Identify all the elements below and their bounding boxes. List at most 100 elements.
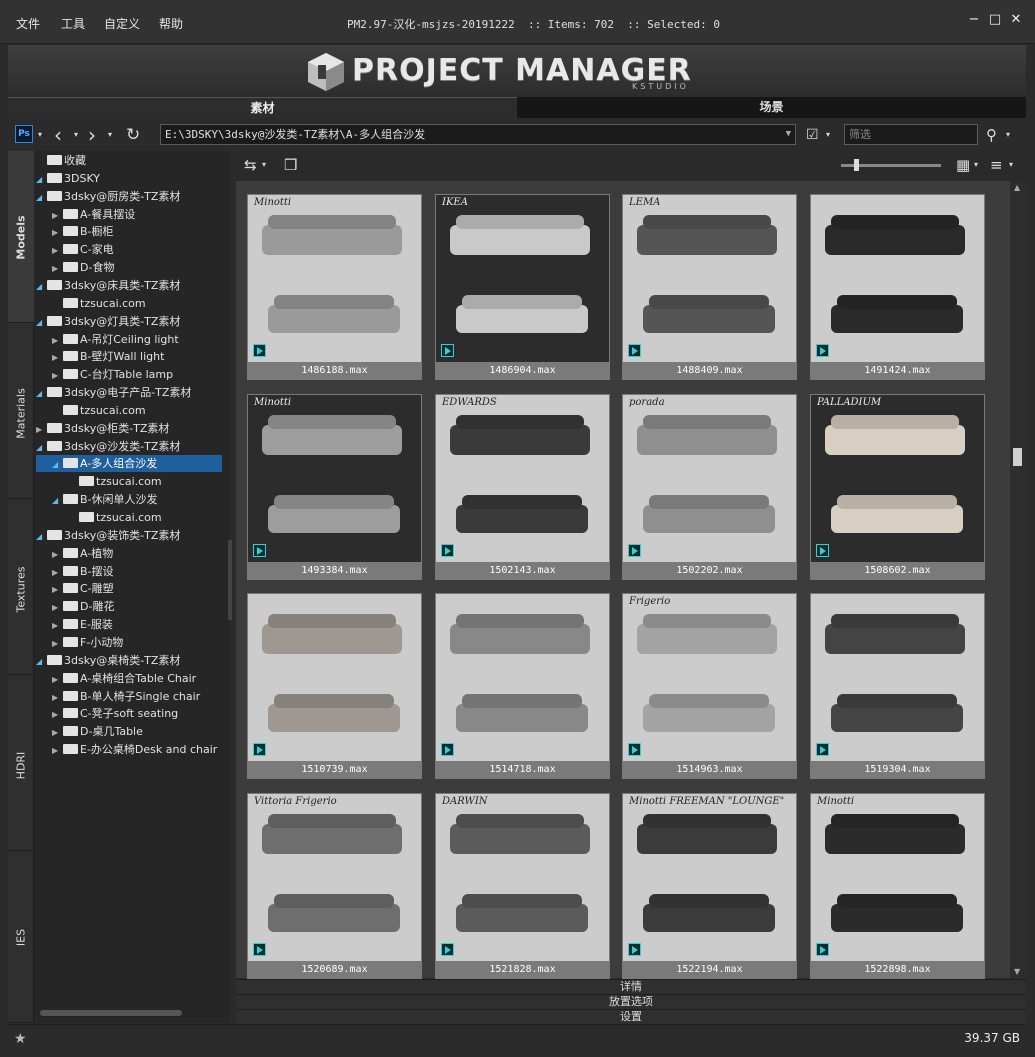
tree-node[interactable]: ▶ C-雕塑 xyxy=(52,580,114,597)
grid-scrollbar[interactable]: ▲ ▼ xyxy=(1010,181,1026,978)
expanded-arrow-icon[interactable]: ◢ xyxy=(36,189,47,206)
menu-file[interactable]: 文件 xyxy=(16,15,40,32)
checklist-icon[interactable]: ☑ xyxy=(806,125,819,145)
settings-panel[interactable]: 设置 xyxy=(236,1009,1026,1024)
tree-node[interactable]: ▶ B-单人椅子Single chair xyxy=(52,688,200,705)
tree-node[interactable]: ▶ C-凳子soft seating xyxy=(52,705,178,722)
sidetab-hdri[interactable]: HDRI xyxy=(8,675,34,851)
refresh-icon[interactable]: ↻ xyxy=(126,125,140,145)
asset-tile[interactable]: Vittoria Frigerio 1520689.max xyxy=(247,793,422,979)
collapsed-arrow-icon[interactable]: ▶ xyxy=(52,671,63,688)
path-input[interactable]: E:\3DSKY\3dsky@沙发类-TZ素材\A-多人组合沙发 ▼ xyxy=(160,124,796,145)
asset-tile[interactable]: Frigerio 1514963.max xyxy=(622,593,797,779)
collapsed-arrow-icon[interactable]: ▶ xyxy=(52,564,63,581)
tree-node[interactable]: ▶ E-服装 xyxy=(52,616,113,633)
tree-node[interactable]: ◢ 3DSKY xyxy=(36,170,100,187)
photoshop-icon[interactable]: Ps xyxy=(15,125,33,143)
asset-tile[interactable]: 1514718.max xyxy=(435,593,610,779)
tree-node[interactable]: 收藏 xyxy=(36,152,86,169)
tree-node[interactable]: ▶ B-橱柜 xyxy=(52,223,114,240)
tree-node[interactable]: ▶ 3dsky@柜类-TZ素材 xyxy=(36,420,169,437)
back-icon[interactable]: ‹ xyxy=(54,125,62,145)
collapsed-arrow-icon[interactable]: ▶ xyxy=(52,260,63,277)
tree-horizontal-scrollbar[interactable] xyxy=(40,1010,182,1016)
collapsed-arrow-icon[interactable]: ▶ xyxy=(36,421,47,438)
zoom-slider-knob[interactable] xyxy=(854,159,859,171)
tree-node[interactable]: ◢ 3dsky@装饰类-TZ素材 xyxy=(36,527,180,544)
collapsed-arrow-icon[interactable]: ▶ xyxy=(52,581,63,598)
asset-tile[interactable]: 1491424.max xyxy=(810,194,985,380)
search-dropdown-icon[interactable]: ▾ xyxy=(1006,125,1010,145)
collapsed-arrow-icon[interactable]: ▶ xyxy=(52,689,63,706)
tree-node[interactable]: ▶ D-食物 xyxy=(52,259,114,276)
details-panel[interactable]: 详情 xyxy=(236,979,1026,994)
search-icon[interactable]: ⚲ xyxy=(986,125,997,145)
expanded-arrow-icon[interactable]: ◢ xyxy=(36,314,47,331)
menu-customize[interactable]: 自定义 xyxy=(104,15,140,32)
box-icon[interactable]: ❒ xyxy=(284,155,297,175)
tree-node[interactable]: ▶ B-摆设 xyxy=(52,563,114,580)
tree-node[interactable]: ◢ 3dsky@厨房类-TZ素材 xyxy=(36,188,180,205)
tree-node[interactable]: tzsucai.com xyxy=(68,509,162,526)
tree-node[interactable]: tzsucai.com xyxy=(52,402,146,419)
expanded-arrow-icon[interactable]: ◢ xyxy=(36,278,47,295)
tree-node[interactable]: tzsucai.com xyxy=(52,295,146,312)
tree-node[interactable]: ◢ 3dsky@沙发类-TZ素材 xyxy=(36,438,180,455)
asset-tile[interactable]: LEMA 1488409.max xyxy=(622,194,797,380)
collapsed-arrow-icon[interactable]: ▶ xyxy=(52,367,63,384)
grid-view-icon[interactable]: ▦ xyxy=(956,155,970,175)
expanded-arrow-icon[interactable]: ◢ xyxy=(36,385,47,402)
asset-tile[interactable]: EDWARDS 1502143.max xyxy=(435,394,610,580)
tree-node[interactable]: ▶ F-小动物 xyxy=(52,634,123,651)
sort-dropdown-icon[interactable]: ▾ xyxy=(1009,155,1013,175)
forward-icon[interactable]: › xyxy=(88,125,96,145)
back-dropdown-icon[interactable]: ▾ xyxy=(74,125,78,145)
menu-tools[interactable]: 工具 xyxy=(61,15,85,32)
tab-assets[interactable]: 素材 xyxy=(8,97,517,118)
ps-dropdown-icon[interactable]: ▾ xyxy=(38,125,42,145)
tree-node[interactable]: ▶ D-雕花 xyxy=(52,598,114,615)
tree-node[interactable]: ▶ A-吊灯Ceiling light xyxy=(52,331,179,348)
tree-node[interactable]: ◢ 3dsky@灯具类-TZ素材 xyxy=(36,313,180,330)
maximize-button[interactable]: □ xyxy=(987,12,1003,28)
collapsed-arrow-icon[interactable]: ▶ xyxy=(52,546,63,563)
tree-node[interactable]: ◢ 3dsky@桌椅类-TZ素材 xyxy=(36,652,180,669)
sync-dropdown-icon[interactable]: ▾ xyxy=(262,155,266,175)
collapsed-arrow-icon[interactable]: ▶ xyxy=(52,706,63,723)
asset-tile[interactable]: 1519304.max xyxy=(810,593,985,779)
asset-tile[interactable]: IKEA 1486904.max xyxy=(435,194,610,380)
scroll-down-icon[interactable]: ▼ xyxy=(1014,967,1020,976)
asset-tile[interactable]: porada 1502202.max xyxy=(622,394,797,580)
favorite-star-icon[interactable]: ★ xyxy=(14,1031,27,1047)
tree-node[interactable]: ▶ A-桌椅组合Table Chair xyxy=(52,670,196,687)
forward-dropdown-icon[interactable]: ▾ xyxy=(108,125,112,145)
sidetab-ies[interactable]: IES xyxy=(8,851,34,1023)
path-dropdown-icon[interactable]: ▼ xyxy=(786,125,791,144)
asset-tile[interactable]: 1510739.max xyxy=(247,593,422,779)
sync-icon[interactable]: ⇆ xyxy=(244,155,257,175)
filter-input[interactable]: 筛选 xyxy=(844,124,978,145)
tree-node[interactable]: ▶ D-桌几Table xyxy=(52,723,143,740)
expanded-arrow-icon[interactable]: ◢ xyxy=(36,171,47,188)
collapsed-arrow-icon[interactable]: ▶ xyxy=(52,742,63,759)
asset-tile[interactable]: Minotti 1486188.max xyxy=(247,194,422,380)
asset-tile[interactable]: DARWIN 1521828.max xyxy=(435,793,610,979)
tree-node[interactable]: ▶ B-壁灯Wall light xyxy=(52,348,164,365)
close-button[interactable]: ✕ xyxy=(1008,12,1024,28)
sidetab-models[interactable]: Models xyxy=(8,151,34,323)
asset-tile[interactable]: Minotti FREEMAN "LOUNGE" 1522194.max xyxy=(622,793,797,979)
sidetab-materials[interactable]: Materials xyxy=(8,323,34,499)
grid-scrollbar-thumb[interactable] xyxy=(1013,448,1022,466)
collapsed-arrow-icon[interactable]: ▶ xyxy=(52,617,63,634)
tree-node[interactable]: ▶ C-台灯Table lamp xyxy=(52,366,173,383)
collapsed-arrow-icon[interactable]: ▶ xyxy=(52,599,63,616)
expanded-arrow-icon[interactable]: ◢ xyxy=(36,528,47,545)
asset-tile[interactable]: Minotti 1493384.max xyxy=(247,394,422,580)
zoom-slider[interactable] xyxy=(841,159,941,171)
collapsed-arrow-icon[interactable]: ▶ xyxy=(52,224,63,241)
collapsed-arrow-icon[interactable]: ▶ xyxy=(52,724,63,741)
placement-options-panel[interactable]: 放置选项 xyxy=(236,994,1026,1009)
collapsed-arrow-icon[interactable]: ▶ xyxy=(52,349,63,366)
asset-tile[interactable]: Minotti 1522898.max xyxy=(810,793,985,979)
tree-node[interactable]: ◢ 3dsky@床具类-TZ素材 xyxy=(36,277,180,294)
